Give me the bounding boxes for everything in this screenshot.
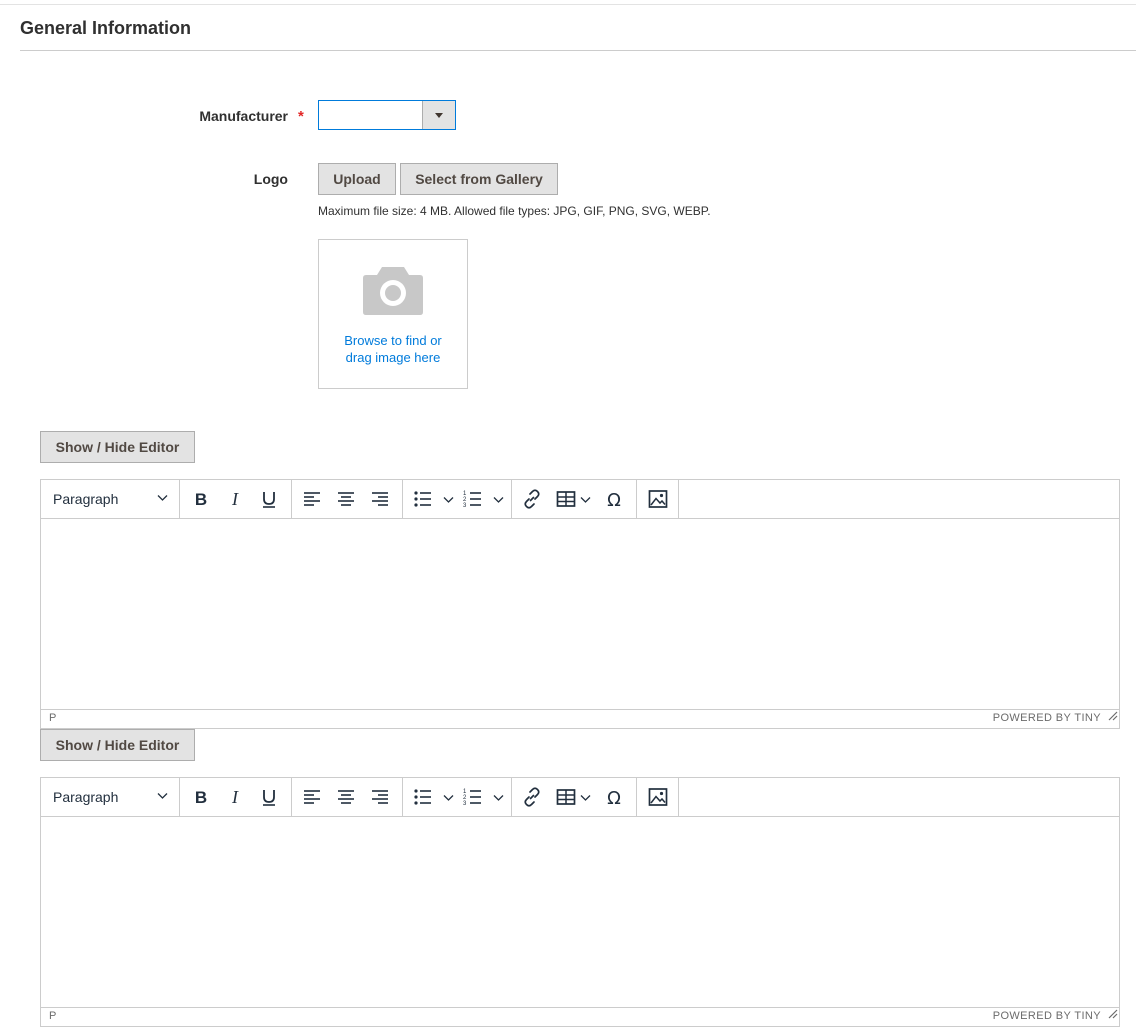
svg-text:3: 3 [463,503,467,509]
svg-text:B: B [195,490,207,509]
special-character-icon[interactable]: Ω [603,786,625,808]
editor-toolbar: Paragraph B I 1 2 3 Ω [41,480,1119,519]
element-path[interactable]: P [49,710,56,727]
block-format-label: Paragraph [53,789,119,805]
editor-toolbar: Paragraph B I 1 2 3 Ω [41,778,1119,817]
underline-icon[interactable] [258,488,280,510]
resize-handle-icon[interactable] [1108,710,1118,727]
underline-icon[interactable] [258,786,280,808]
align-left-icon[interactable] [301,488,323,510]
link-icon[interactable] [521,786,543,808]
special-character-icon[interactable]: Ω [603,488,625,510]
numbered-list-icon[interactable]: 123 [462,488,484,510]
link-icon[interactable] [521,488,543,510]
file-size-note: Maximum file size: 4 MB. Allowed file ty… [318,204,711,218]
media-group [637,778,679,816]
top-divider [0,4,1136,5]
wysiwyg-editor[interactable]: Paragraph B I 1 2 3 Ω P POWERED BY TINY [40,777,1120,1027]
chevron-down-icon[interactable] [443,496,454,504]
chevron-down-icon[interactable] [493,794,504,802]
align-center-icon[interactable] [335,786,357,808]
block-format-select[interactable]: Paragraph [41,480,180,518]
align-center-icon[interactable] [335,488,357,510]
resize-handle-icon[interactable] [1108,1008,1118,1025]
chevron-down-icon[interactable] [580,496,591,504]
manufacturer-select[interactable] [318,100,456,130]
table-icon[interactable] [555,488,577,510]
powered-by-tiny-link[interactable]: POWERED BY TINY [993,1008,1101,1025]
list-group: 123 [403,480,512,518]
alignment-group [292,480,403,518]
svg-text:B: B [195,788,207,807]
required-marker: * [298,108,304,125]
manufacturer-label: Manufacturer [199,108,288,124]
bold-icon[interactable]: B [190,786,212,808]
chevron-down-icon [157,494,168,502]
media-group [637,480,679,518]
logo-label: Logo [253,171,288,187]
section-title: General Information [20,18,192,38]
block-format-label: Paragraph [53,491,119,507]
svg-text:I: I [231,787,239,807]
show-hide-editor-button[interactable]: Show / Hide Editor [40,431,195,463]
chevron-down-icon [157,792,168,800]
chevron-down-icon[interactable] [443,794,454,802]
element-path[interactable]: P [49,1008,56,1025]
image-dropzone[interactable]: Browse to find or drag image here [318,239,468,389]
bullet-list-icon[interactable] [412,488,434,510]
insert-group: Ω [512,778,637,816]
svg-text:Ω: Ω [607,490,621,510]
upload-button[interactable]: Upload [318,163,396,195]
bullet-list-icon[interactable] [412,786,434,808]
image-icon[interactable] [647,786,669,808]
manufacturer-dropdown-button[interactable] [422,101,455,129]
editor-statusbar: P POWERED BY TINY [41,709,1119,728]
table-icon[interactable] [555,786,577,808]
list-group: 123 [403,778,512,816]
svg-text:I: I [231,489,239,509]
editor-content-area[interactable] [41,817,1119,1008]
powered-by-tiny-link[interactable]: POWERED BY TINY [993,710,1101,727]
italic-icon[interactable]: I [224,786,246,808]
insert-group: Ω [512,480,637,518]
editor-content-area[interactable] [41,519,1119,710]
bold-icon[interactable]: B [190,488,212,510]
show-hide-editor-button[interactable]: Show / Hide Editor [40,729,195,761]
dropzone-text-line2[interactable]: drag image here [319,349,467,366]
image-icon[interactable] [647,488,669,510]
text-style-group: B I [180,778,292,816]
chevron-down-icon[interactable] [493,496,504,504]
block-format-select[interactable]: Paragraph [41,778,180,816]
italic-icon[interactable]: I [224,488,246,510]
editor-statusbar: P POWERED BY TINY [41,1007,1119,1026]
align-left-icon[interactable] [301,786,323,808]
caret-down-icon [435,113,443,118]
svg-text:Ω: Ω [607,788,621,808]
alignment-group [292,778,403,816]
dropzone-text-line1[interactable]: Browse to find or [319,332,467,349]
align-right-icon[interactable] [369,488,391,510]
select-from-gallery-button[interactable]: Select from Gallery [400,163,558,195]
camera-icon [362,264,424,319]
chevron-down-icon[interactable] [580,794,591,802]
align-right-icon[interactable] [369,786,391,808]
text-style-group: B I [180,480,292,518]
svg-text:3: 3 [463,801,467,807]
wysiwyg-editor[interactable]: Paragraph B I 1 2 3 Ω P POWERED BY TINY [40,479,1120,729]
section-divider [20,50,1136,51]
numbered-list-icon[interactable]: 123 [462,786,484,808]
